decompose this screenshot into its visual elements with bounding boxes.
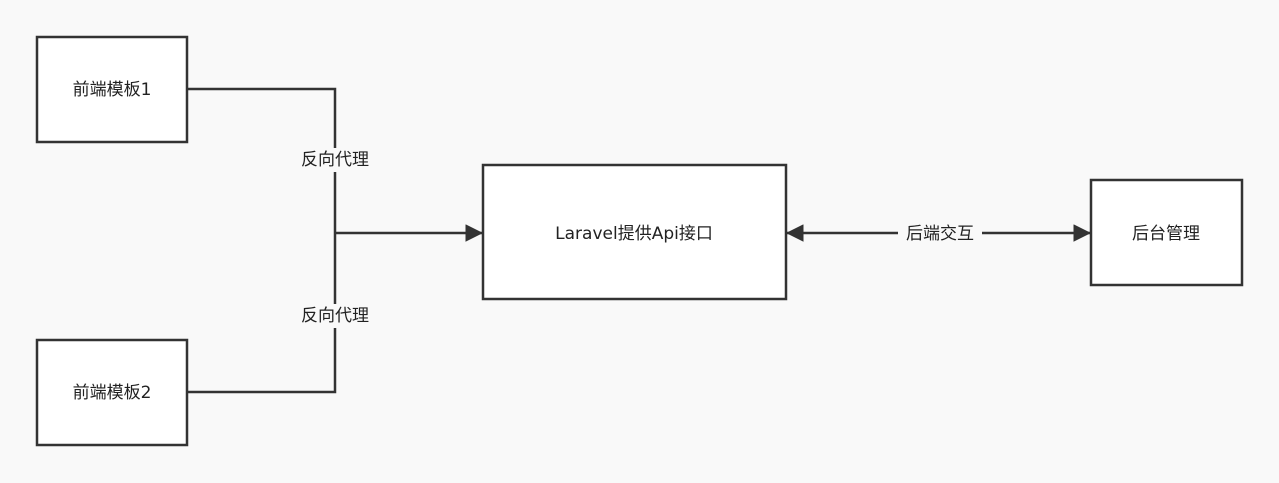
connector-template1	[188, 87, 337, 394]
node-template1-label: 前端模板1	[73, 80, 152, 100]
edge-label-backend: 后端交互	[906, 224, 974, 244]
node-admin-label: 后台管理	[1132, 224, 1200, 244]
edge-label-proxy-top: 反向代理	[301, 150, 369, 170]
node-api-label: Laravel提供Api接口	[555, 224, 713, 244]
diagram-canvas: 前端模板1 前端模板2 Laravel提供Api接口 后台管理 反向代理 反向代…	[0, 0, 1279, 483]
node-template2-label: 前端模板2	[73, 383, 152, 403]
edge-label-proxy-bottom: 反向代理	[301, 306, 369, 326]
architecture-diagram: 前端模板1 前端模板2 Laravel提供Api接口 后台管理 反向代理 反向代…	[35, 35, 1244, 447]
